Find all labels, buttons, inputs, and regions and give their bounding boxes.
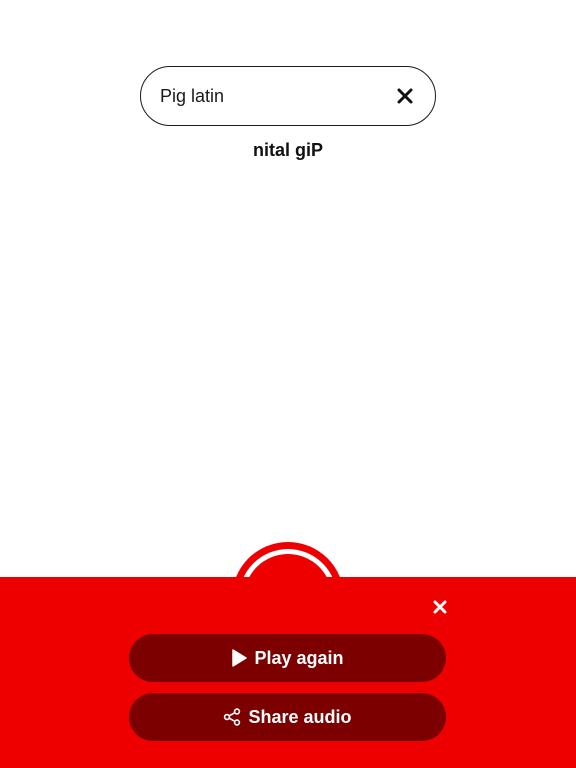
search-field[interactable]: Pig latin (140, 66, 436, 126)
playback-panel: Play again Share audio (0, 577, 576, 768)
translated-result: nital giP (252, 140, 323, 160)
share-audio-button[interactable]: Share audio (129, 693, 446, 741)
play-icon (231, 649, 248, 667)
share-audio-label: Share audio (248, 706, 352, 727)
close-icon (397, 88, 413, 104)
play-again-label: Play again (254, 647, 344, 668)
close-panel-button[interactable] (429, 596, 451, 618)
app-root: Pig latin nital giP Play again Share aud… (0, 0, 576, 768)
search-input-text[interactable]: Pig latin (160, 86, 393, 107)
clear-search-button[interactable] (393, 84, 417, 108)
close-icon (433, 600, 447, 614)
share-icon (223, 708, 241, 726)
play-again-button[interactable]: Play again (129, 634, 446, 682)
